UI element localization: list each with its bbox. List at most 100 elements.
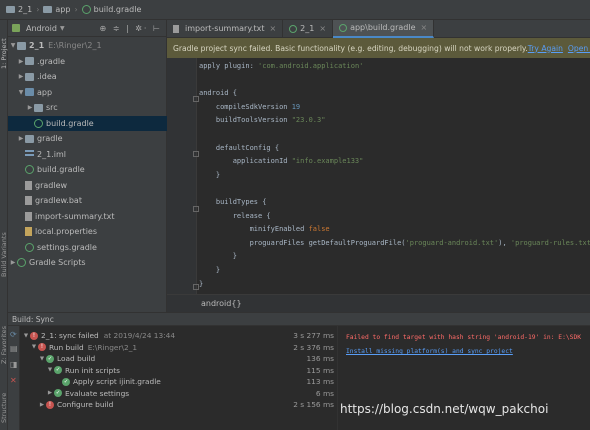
tree-item-label: gradlew [35, 180, 68, 190]
panel-toolbar-icons[interactable]: ⊕ ≑ | ✲· ⊢ [100, 24, 167, 33]
pin-icon[interactable]: ◨ [10, 360, 18, 369]
editor-breadcrumb[interactable]: android{} [167, 294, 590, 312]
tree-item-settings-gradle[interactable]: settings.gradle [8, 240, 167, 256]
tree-item-label: Gradle Scripts [29, 258, 86, 268]
collapse-arrow-icon[interactable]: ▶ [46, 390, 54, 396]
chevron-down-icon[interactable]: ▼ [60, 25, 65, 32]
tree-item-gradle[interactable]: ▶ gradle [8, 131, 167, 147]
build-row-duration: 136 ms [306, 354, 334, 364]
breadcrumb-file[interactable]: build.gradle [81, 5, 141, 14]
tree-item-gradlew-bat[interactable]: gradlew.bat [8, 193, 167, 209]
code-line: release { [199, 211, 271, 220]
close-icon[interactable]: × [269, 24, 276, 33]
build-row-label: Load build [57, 354, 96, 364]
build-row-label: Run build [49, 342, 84, 352]
expand-arrow-icon[interactable]: ▼ [22, 333, 30, 339]
check-icon: ✓ [54, 366, 62, 375]
build-row-init-scripts[interactable]: ▼ ✓ Run init scripts 115 ms [20, 365, 338, 377]
check-icon: ✓ [46, 354, 54, 363]
breadcrumb-label: 2_1 [18, 5, 33, 14]
try-again-link[interactable]: Try Again [528, 44, 563, 53]
tree-item-label: .gradle [37, 56, 66, 66]
breadcrumb-app[interactable]: app [43, 5, 70, 14]
tree-item-gradlew[interactable]: gradlew [8, 178, 167, 194]
tree-item-root[interactable]: ▼ 2_1 E:\Ringer\2_1 [8, 38, 167, 54]
tree-item-src[interactable]: ▶ src [8, 100, 167, 116]
module-file-icon [25, 150, 34, 159]
file-icon [25, 180, 32, 190]
build-row-sync[interactable]: ▼ ! 2_1: sync failed at 2019/4/24 13:44 … [20, 330, 338, 342]
tree-item-label: .idea [37, 72, 57, 82]
navigation-bar: 2_1 › app › build.gradle [0, 0, 590, 20]
tree-item-gradle-dir[interactable]: ▶ .gradle [8, 54, 167, 70]
tree-item-app-build-gradle[interactable]: build.gradle [8, 115, 167, 131]
breadcrumb-project[interactable]: 2_1 [6, 5, 32, 14]
tree-item-gradle-scripts[interactable]: ▶ Gradle Scripts [8, 255, 167, 271]
code-line: defaultConfig { [199, 143, 280, 152]
install-platform-link[interactable]: Install missing platform(s) and sync pro… [346, 348, 513, 355]
close-icon[interactable]: × [421, 23, 428, 32]
collapse-arrow-icon[interactable]: ▶ [9, 259, 17, 266]
tree-item-label: gradlew.bat [35, 196, 82, 206]
tree-item-label: import-summary.txt [35, 211, 115, 221]
tool-tab-favorites[interactable]: Z: Favorites [0, 320, 8, 370]
build-row-label: Apply script ijinit.gradle [73, 377, 161, 387]
build-row-apply-script[interactable]: ✓ Apply script ijinit.gradle 113 ms [20, 376, 338, 388]
banner-message: Gradle project sync failed. Basic functi… [173, 43, 528, 53]
code-line: } [199, 266, 221, 274]
build-row-duration: 6 ms [315, 388, 334, 398]
tool-tab-structure[interactable]: Structure [0, 385, 8, 430]
expand-arrow-icon[interactable]: ▼ [9, 42, 17, 49]
tree-item-path: E:\Ringer\2_1 [48, 41, 102, 51]
tool-tab-project[interactable]: 1: Project [0, 24, 8, 84]
code-line: } [199, 170, 221, 179]
tree-item-idea[interactable]: ▶ .idea [8, 69, 167, 85]
expand-arrow-icon[interactable]: ▼ [30, 344, 38, 350]
error-icon: ! [38, 343, 46, 352]
build-row-run-build[interactable]: ▼ ! Run build E:\Ringer\2_1 2 s 376 ms [20, 342, 338, 354]
expand-arrow-icon[interactable]: ▼ [17, 89, 25, 96]
build-row-configure-build[interactable]: ▶ ! Configure build 2 s 156 ms [20, 399, 338, 411]
code-line: android { [199, 89, 237, 98]
build-tab-label[interactable]: Build: Sync [12, 315, 54, 324]
code-line: buildToolsVersion "23.0.3" [199, 116, 326, 125]
expand-arrow-icon[interactable]: ▼ [38, 356, 46, 362]
collapse-arrow-icon[interactable]: ▶ [17, 58, 25, 65]
collapse-arrow-icon[interactable]: ▶ [17, 73, 25, 80]
code-editor[interactable]: apply plugin: 'com.android.application' a… [167, 58, 590, 294]
build-row-duration: 113 ms [306, 377, 334, 387]
tree-item-app[interactable]: ▼ app [8, 85, 167, 101]
fold-marker-icon[interactable] [193, 151, 199, 157]
gradle-icon [289, 24, 298, 33]
tool-tab-build-variants[interactable]: Build Variants [0, 220, 8, 290]
gradle-icon [34, 118, 43, 128]
tree-item-local-properties[interactable]: local.properties [8, 224, 167, 240]
sync-icon[interactable]: ⟳ [10, 330, 17, 339]
close-icon[interactable]: × [319, 24, 326, 33]
tree-item-root-build-gradle[interactable]: build.gradle [8, 162, 167, 178]
project-panel-header: Android ▼ ⊕ ≑ | ✲· ⊢ [8, 20, 166, 37]
filter-icon[interactable]: ▤ [10, 344, 18, 353]
view-selector[interactable]: Android [26, 24, 57, 33]
stop-icon[interactable]: ✕ [10, 376, 17, 385]
build-row-evaluate-settings[interactable]: ▶ ✓ Evaluate settings 6 ms [20, 388, 338, 400]
build-row-load-build[interactable]: ▼ ✓ Load build 136 ms [20, 353, 338, 365]
folder-icon [25, 72, 34, 81]
tab-import-summary[interactable]: import-summary.txt × [167, 19, 284, 38]
tree-item-iml[interactable]: 2_1.iml [8, 147, 167, 163]
expand-arrow-icon[interactable]: ▼ [46, 367, 54, 373]
tab-app-build-gradle[interactable]: app\build.gradle × [333, 19, 435, 38]
tab-2-1[interactable]: 2_1 × [283, 19, 334, 38]
text-file-icon [25, 211, 32, 221]
text-file-icon [173, 24, 179, 33]
collapse-arrow-icon[interactable]: ▶ [17, 135, 25, 142]
open-build-view-link[interactable]: Open 'Build' View [568, 44, 590, 53]
build-row-duration: 3 s 277 ms [293, 331, 334, 341]
folder-icon [43, 6, 53, 13]
collapse-arrow-icon[interactable]: ▶ [26, 104, 34, 111]
build-row-time: at 2019/4/24 13:44 [103, 331, 176, 341]
build-row-duration: 115 ms [306, 365, 334, 375]
tree-item-import-summary[interactable]: import-summary.txt [8, 209, 167, 225]
sync-failed-banner: Gradle project sync failed. Basic functi… [167, 38, 590, 58]
collapse-arrow-icon[interactable]: ▶ [38, 402, 46, 408]
